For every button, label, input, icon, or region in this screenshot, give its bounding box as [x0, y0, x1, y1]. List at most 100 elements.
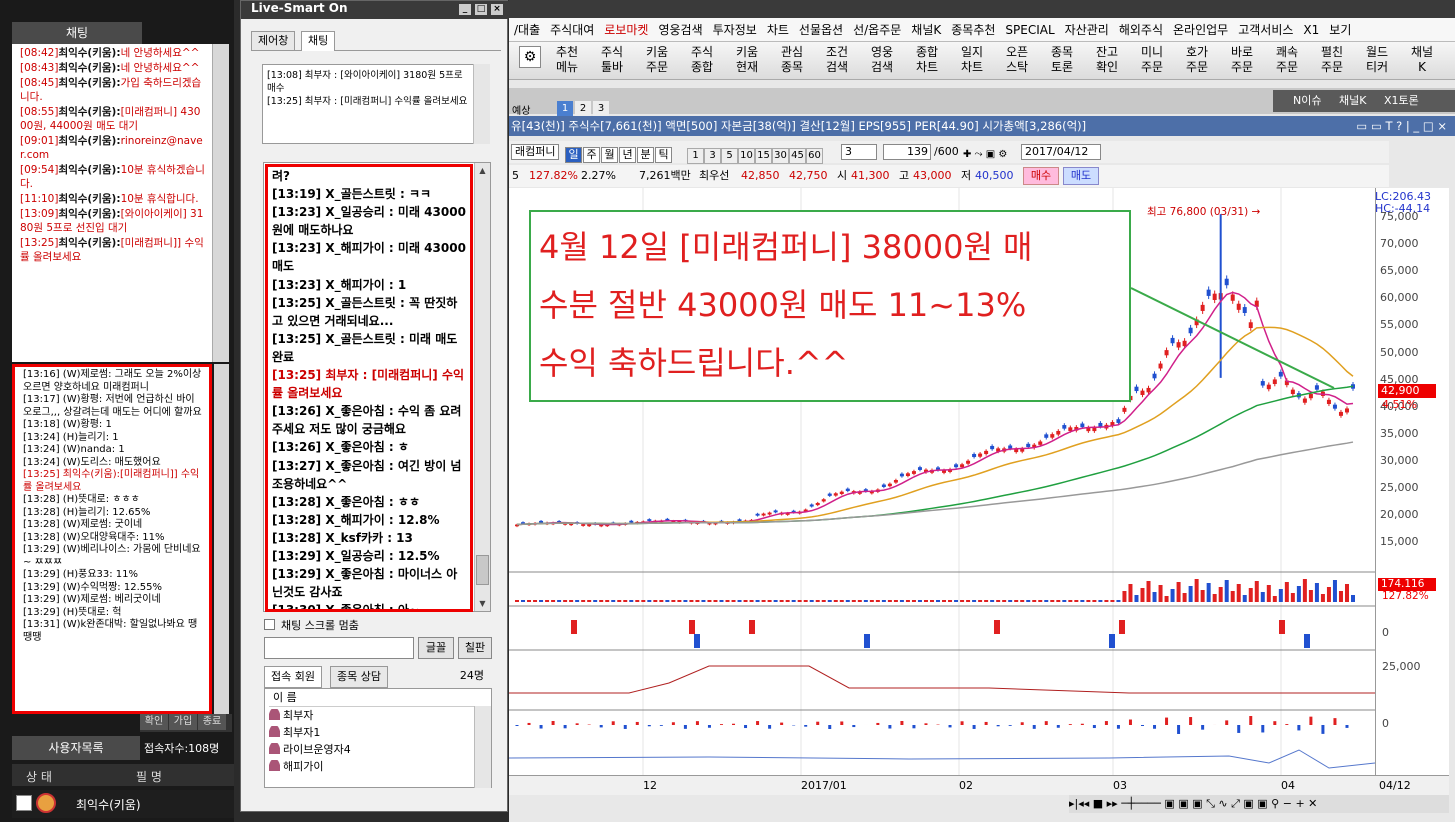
- toolbar-button[interactable]: 펼친 주문: [1314, 45, 1350, 75]
- minimize-icon[interactable]: _: [459, 4, 471, 15]
- osc-bar: [1116, 725, 1120, 729]
- menu-item[interactable]: 선/옵주문: [853, 23, 901, 37]
- toolbar-button[interactable]: 호가 주문: [1179, 45, 1215, 75]
- stock-name[interactable]: 래컴퍼니: [511, 144, 560, 160]
- toolbar-button[interactable]: 미니 주문: [1134, 45, 1170, 75]
- tab-x1[interactable]: X1토론: [1384, 94, 1419, 107]
- scroll-up-icon[interactable]: ▲: [475, 163, 490, 178]
- minute-option[interactable]: 5: [721, 148, 738, 164]
- toolbar-button[interactable]: 추천 메뉴: [549, 45, 585, 75]
- member-list-scrollbar[interactable]: [474, 706, 491, 788]
- menu-item[interactable]: X1: [1303, 23, 1319, 37]
- toolbar-button[interactable]: 관심 종목: [774, 45, 810, 75]
- menu-item[interactable]: 차트: [767, 23, 789, 37]
- tab-control[interactable]: 제어창: [251, 31, 296, 51]
- maximize-icon[interactable]: □: [475, 4, 487, 15]
- toolbar-button[interactable]: 조건 검색: [819, 45, 855, 75]
- nav-icons[interactable]: ▸|◂◂ ■ ▸▸ ─┼──── ▣ ▣ ▣ ⤡ ∿ ⤢ ▣ ▣ ⚲ − + ✕: [1069, 797, 1317, 810]
- toolbar-button[interactable]: 주식 종합: [684, 45, 720, 75]
- tab-number-3[interactable]: 3: [593, 101, 609, 116]
- menu-item[interactable]: 고객서비스: [1238, 23, 1293, 37]
- toolbar-button[interactable]: 종합 차트: [909, 45, 945, 75]
- period-tab[interactable]: 월: [601, 147, 618, 163]
- join-button[interactable]: 가입: [169, 714, 197, 730]
- menu-item[interactable]: 투자정보: [713, 23, 757, 37]
- menu-item[interactable]: 영웅검색: [658, 23, 702, 37]
- close-icon[interactable]: ×: [491, 4, 503, 15]
- user-list-tab[interactable]: 사용자목록: [12, 736, 140, 760]
- scroll-down-icon[interactable]: ▼: [475, 596, 490, 611]
- chat-main-scrollbar[interactable]: ▲ ▼: [474, 163, 490, 611]
- notice-scrollbar[interactable]: [473, 64, 490, 144]
- minute-option[interactable]: 30: [772, 148, 789, 164]
- tab-number-1[interactable]: 1: [557, 101, 573, 116]
- menu-item[interactable]: 채널K: [911, 23, 941, 37]
- member-item[interactable]: 최부자1: [269, 724, 487, 741]
- sell-button[interactable]: 매도: [1063, 167, 1099, 185]
- gear-icon[interactable]: ⚙: [519, 46, 541, 68]
- tab-issue[interactable]: N이슈: [1293, 94, 1321, 107]
- scroll-stop-checkbox[interactable]: 채팅 스크롤 멈춤: [264, 617, 359, 633]
- tab-chat[interactable]: 채팅: [301, 31, 336, 51]
- member-item[interactable]: 해피가이: [269, 758, 487, 775]
- minute-option[interactable]: 1: [687, 148, 704, 164]
- chat-input[interactable]: [264, 637, 414, 659]
- chat-log-2-scrollbar[interactable]: [214, 364, 229, 714]
- period-tab[interactable]: 주: [583, 147, 600, 163]
- toolbar-button[interactable]: 키움 현재: [729, 45, 765, 75]
- period-tab[interactable]: 년: [619, 147, 636, 163]
- toolbar-button[interactable]: 키움 주문: [639, 45, 675, 75]
- page-input[interactable]: 139: [883, 144, 931, 160]
- period-tab[interactable]: 틱: [655, 147, 672, 163]
- toolbar-button[interactable]: 영웅 검색: [864, 45, 900, 75]
- buy-button[interactable]: 매수: [1023, 167, 1059, 185]
- toolbar-button[interactable]: 채널 K: [1404, 45, 1440, 75]
- user-row[interactable]: 최익수(키움): [12, 790, 234, 818]
- date-input[interactable]: 2017/04/12: [1021, 144, 1101, 160]
- tab-members[interactable]: 접속 회원: [264, 666, 322, 688]
- window-controls-icon[interactable]: ▭ ▭ T ? | _ □ ×: [1356, 116, 1447, 136]
- menu-item[interactable]: 해외주식: [1119, 23, 1163, 37]
- user-checkbox[interactable]: [16, 795, 32, 811]
- toolbar-button[interactable]: 쾌속 주문: [1269, 45, 1305, 75]
- minute-option[interactable]: 10: [738, 148, 755, 164]
- period-tab[interactable]: 일: [565, 147, 582, 163]
- minute-option[interactable]: 45: [789, 148, 806, 164]
- board-button[interactable]: 칠판: [458, 637, 492, 659]
- toolbar-button[interactable]: 잔고 확인: [1089, 45, 1125, 75]
- menu-item[interactable]: 온라인업무: [1173, 23, 1228, 37]
- toolbar-button[interactable]: 주식 툴바: [594, 45, 630, 75]
- chat-tab[interactable]: 채팅: [12, 22, 142, 44]
- toolbar-button[interactable]: 일지 차트: [954, 45, 990, 75]
- menu-item[interactable]: SPECIAL: [1005, 23, 1054, 37]
- font-button[interactable]: 글꼴: [418, 637, 454, 659]
- chart-tool-icons[interactable]: ✚ ⤳ ▣ ⚙: [963, 144, 1007, 166]
- menu-item[interactable]: 로보마켓: [604, 23, 648, 37]
- menu-item[interactable]: 보기: [1329, 23, 1351, 37]
- tab-number-2[interactable]: 2: [575, 101, 591, 116]
- confirm-button[interactable]: 확인: [140, 714, 168, 730]
- toolbar-button[interactable]: 종목 토론: [1044, 45, 1080, 75]
- checkbox-icon[interactable]: [264, 619, 275, 630]
- minute-option[interactable]: 60: [806, 148, 823, 164]
- member-item[interactable]: 라이브운영자4: [269, 741, 487, 758]
- menu-item[interactable]: /대출: [514, 23, 540, 37]
- period-tab[interactable]: 분: [637, 147, 654, 163]
- scroll-thumb[interactable]: [476, 555, 489, 585]
- tab-channelk[interactable]: 채널K: [1339, 94, 1366, 107]
- count-select[interactable]: 3: [841, 144, 877, 160]
- exit-button[interactable]: 종료: [198, 714, 226, 730]
- chart-nav-bar[interactable]: ▸|◂◂ ■ ▸▸ ─┼──── ▣ ▣ ▣ ⤡ ∿ ⤢ ▣ ▣ ⚲ − + ✕: [1069, 795, 1449, 813]
- minute-option[interactable]: 3: [704, 148, 721, 164]
- toolbar-button[interactable]: 월드 티커: [1359, 45, 1395, 75]
- toolbar-button[interactable]: 오픈 스탁: [999, 45, 1035, 75]
- menu-item[interactable]: 선물옵션: [799, 23, 843, 37]
- toolbar-button[interactable]: 바로 주문: [1224, 45, 1260, 75]
- menu-item[interactable]: 자산관리: [1065, 23, 1109, 37]
- menu-item[interactable]: 주식대여: [550, 23, 594, 37]
- member-item[interactable]: 최부자: [269, 707, 487, 724]
- minute-option[interactable]: 15: [755, 148, 772, 164]
- chat-log-scrollbar[interactable]: [212, 44, 229, 362]
- tab-consult[interactable]: 종목 상담: [330, 666, 388, 688]
- menu-item[interactable]: 종목추천: [951, 23, 995, 37]
